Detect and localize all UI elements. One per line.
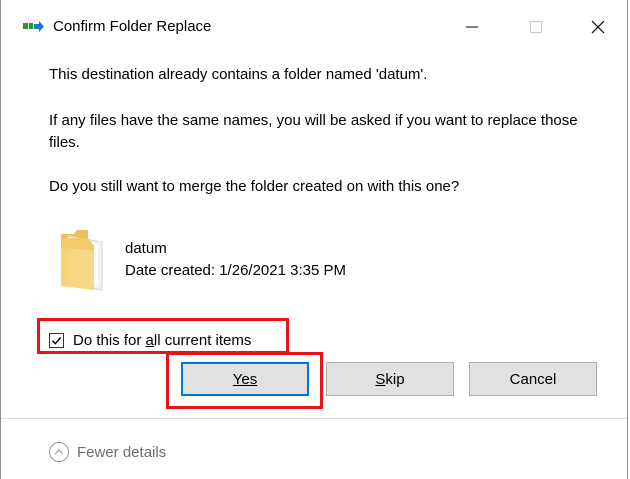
confirm-folder-replace-dialog: Confirm Folder Replace This destination … [0,0,628,479]
cancel-button[interactable]: Cancel [469,362,597,396]
window-title: Confirm Folder Replace [53,18,212,35]
folder-date-created: Date created: 1/26/2021 3:35 PM [125,262,346,279]
apply-to-all-checkbox-row[interactable]: Do this for all current items [49,330,251,350]
apply-to-all-label[interactable]: Do this for all current items [73,332,251,349]
message-destination-exists: This destination already contains a fold… [49,66,428,83]
minimize-button[interactable] [449,12,495,42]
message-same-names: If any files have the same names, you wi… [49,112,578,151]
footer-divider [1,418,627,419]
folder-icon [58,228,110,292]
message-merge-question: Do you still want to merge the folder cr… [49,178,460,195]
yes-button[interactable]: Yes [181,362,309,396]
minimize-icon [466,26,478,28]
folder-name: datum [125,240,167,257]
chevron-up-icon [49,442,69,462]
move-folder-icon [23,20,45,34]
title-bar[interactable]: Confirm Folder Replace [1,0,627,52]
maximize-icon [530,21,542,33]
maximize-button[interactable] [513,12,559,42]
checkmark-icon [52,336,62,345]
close-button[interactable] [575,12,621,42]
fewer-details-toggle[interactable]: Fewer details [49,442,166,462]
fewer-details-label: Fewer details [77,443,167,461]
skip-button[interactable]: Skip [326,362,454,396]
dialog-footer: Fewer details [1,418,627,479]
apply-to-all-checkbox[interactable] [49,332,64,348]
close-icon [591,20,605,34]
